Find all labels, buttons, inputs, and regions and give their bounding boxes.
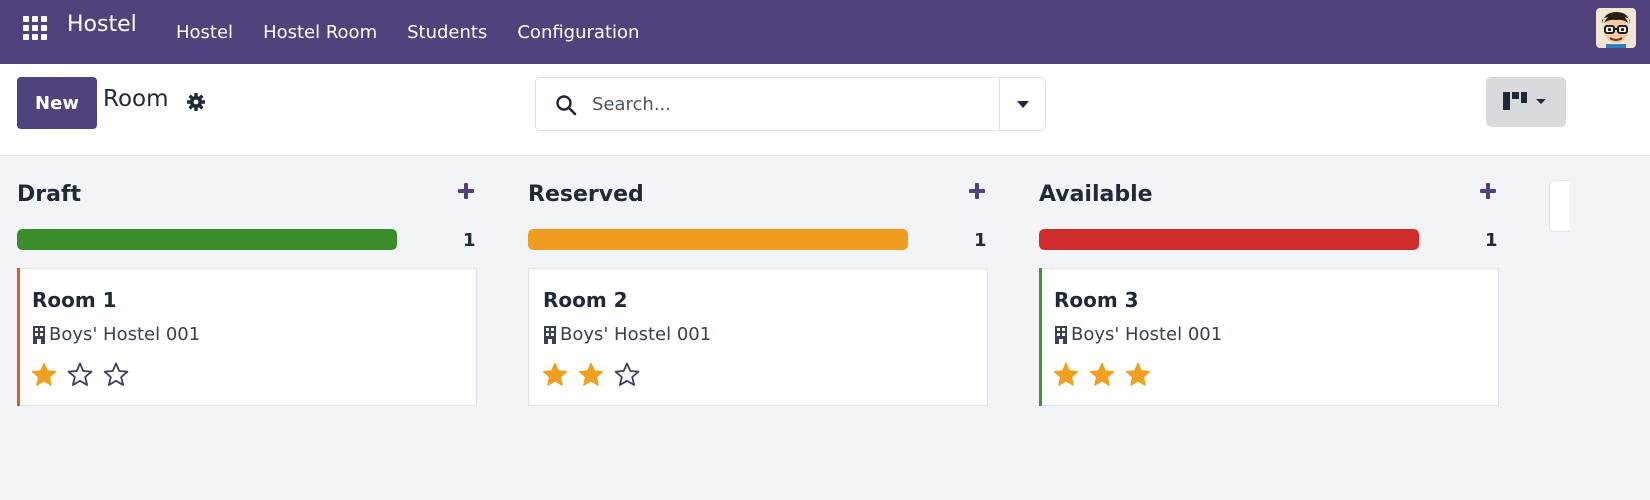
progress-fill	[17, 229, 397, 250]
control-panel: New Room	[0, 64, 1650, 156]
page-title: Room	[103, 86, 169, 112]
card-hostel-label: Boys' Hostel 001	[560, 324, 712, 345]
star-empty-icon[interactable]	[613, 361, 641, 389]
column-count: 1	[1485, 230, 1498, 251]
add-record-icon[interactable]	[966, 180, 988, 202]
column-count: 1	[463, 230, 476, 251]
priority-stars	[30, 361, 138, 389]
card-status-accent	[1039, 268, 1042, 406]
card-hostel-label: Boys' Hostel 001	[49, 324, 201, 345]
star-filled-icon[interactable]	[541, 361, 569, 389]
kanban-card[interactable]: Room 1 Boys' Hostel 001	[17, 268, 477, 406]
building-icon	[544, 325, 556, 344]
kanban-view-icon	[1503, 92, 1546, 110]
kanban-column-reserved: Reserved 1 Room 2 Boys' Hostel 001	[528, 156, 988, 500]
star-filled-icon[interactable]	[577, 361, 605, 389]
card-title: Room 3	[1054, 288, 1139, 312]
priority-stars	[541, 361, 649, 389]
card-title: Room 1	[32, 288, 117, 312]
add-record-icon[interactable]	[455, 180, 477, 202]
column-progress-bar[interactable]	[528, 229, 908, 250]
card-status-accent	[17, 268, 20, 406]
main-menu: Hostel Hostel Room Students Configuratio…	[176, 0, 669, 64]
building-icon	[1055, 325, 1067, 344]
add-record-icon[interactable]	[1477, 180, 1499, 202]
card-hostel: Boys' Hostel 001	[32, 324, 200, 345]
star-filled-icon[interactable]	[1088, 361, 1116, 389]
star-empty-icon[interactable]	[102, 361, 130, 389]
progress-fill	[528, 229, 908, 250]
gear-icon[interactable]	[186, 92, 206, 112]
card-title: Room 2	[543, 288, 628, 312]
building-icon	[33, 325, 45, 344]
star-empty-icon[interactable]	[66, 361, 94, 389]
star-filled-icon[interactable]	[1124, 361, 1152, 389]
top-navbar: Hostel Hostel Hostel Room Students Confi…	[0, 0, 1650, 64]
priority-stars	[1052, 361, 1160, 389]
kanban-column-draft: Draft 1 Room 1 Boys' Hostel 001	[17, 156, 477, 500]
kanban-column-available: Available 1 Room 3 Boys' Hostel 001	[1039, 156, 1499, 500]
star-filled-icon[interactable]	[1052, 361, 1080, 389]
menu-item-hostel[interactable]: Hostel	[176, 22, 233, 43]
column-count: 1	[974, 230, 987, 251]
column-progress-bar[interactable]	[1039, 229, 1419, 250]
view-switcher-button[interactable]	[1486, 77, 1566, 127]
search-input[interactable]	[592, 88, 992, 120]
next-column-edge[interactable]	[1549, 180, 1569, 232]
search-options-toggle[interactable]	[1000, 78, 1046, 130]
column-title: Draft	[17, 182, 82, 207]
column-title: Reserved	[528, 182, 644, 207]
card-hostel: Boys' Hostel 001	[543, 324, 711, 345]
kanban-card[interactable]: Room 2 Boys' Hostel 001	[528, 268, 988, 406]
chevron-down-icon	[1017, 100, 1029, 108]
star-filled-icon[interactable]	[30, 361, 58, 389]
menu-item-students[interactable]: Students	[407, 22, 487, 43]
user-avatar[interactable]	[1596, 8, 1636, 48]
new-button[interactable]: New	[17, 77, 97, 129]
app-brand[interactable]: Hostel	[67, 12, 137, 37]
column-title: Available	[1039, 182, 1153, 207]
kanban-card[interactable]: Room 3 Boys' Hostel 001	[1039, 268, 1499, 406]
apps-grid-icon[interactable]	[23, 16, 47, 40]
menu-item-hostel-room[interactable]: Hostel Room	[263, 22, 377, 43]
progress-fill	[1039, 229, 1419, 250]
card-hostel: Boys' Hostel 001	[1054, 324, 1222, 345]
search-icon	[556, 95, 577, 116]
search-bar	[535, 77, 1046, 131]
column-progress-bar[interactable]	[17, 229, 397, 250]
menu-item-configuration[interactable]: Configuration	[517, 22, 639, 43]
card-hostel-label: Boys' Hostel 001	[1071, 324, 1223, 345]
